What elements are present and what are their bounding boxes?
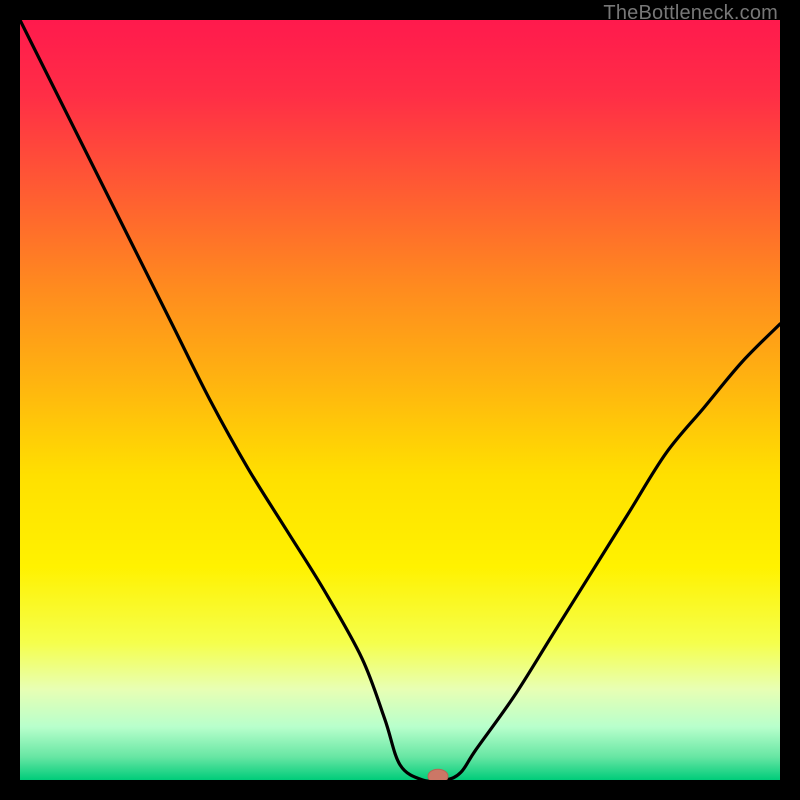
gradient-background [20, 20, 780, 780]
optimal-point-marker [428, 769, 448, 780]
bottleneck-chart [20, 20, 780, 780]
chart-frame [20, 20, 780, 780]
